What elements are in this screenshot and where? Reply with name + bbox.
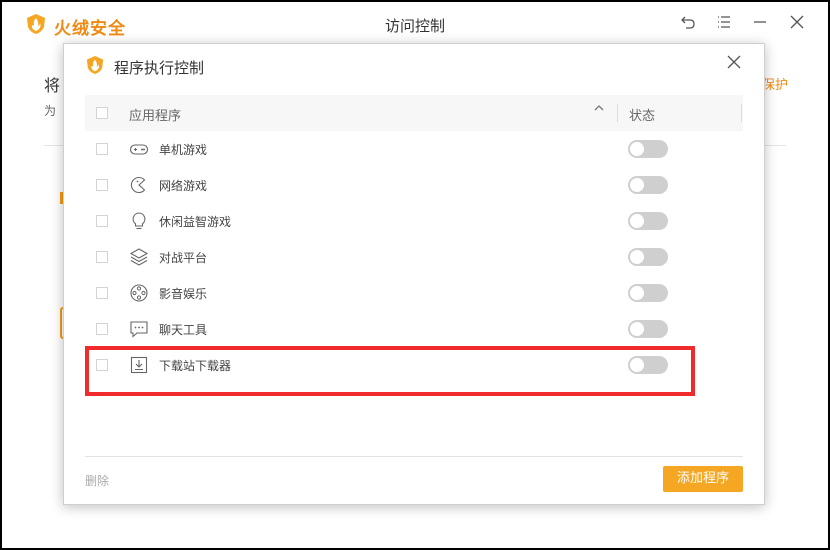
add-program-button[interactable]: 添加程序: [663, 466, 743, 492]
highlight-annotation: [85, 346, 695, 396]
delete-button[interactable]: 删除: [85, 472, 109, 489]
lightbulb-icon: [132, 212, 146, 230]
row-label: 休闲益智游戏: [159, 215, 232, 229]
row-checkbox[interactable]: [96, 323, 108, 335]
select-all-checkbox[interactable]: [96, 107, 108, 119]
background-subtitle: 为: [44, 104, 57, 118]
row-label: 聊天工具: [159, 323, 208, 337]
layers-icon: [129, 248, 149, 266]
row-label: 影音娱乐: [159, 287, 208, 301]
column-divider: [617, 104, 618, 122]
column-header-status: 状态: [629, 109, 656, 124]
close-window-icon[interactable]: [787, 14, 807, 34]
back-icon[interactable]: [678, 14, 698, 34]
status-toggle[interactable]: [628, 176, 668, 194]
status-toggle[interactable]: [628, 320, 668, 338]
gamepad-icon: [129, 144, 149, 155]
row-checkbox[interactable]: [96, 251, 108, 263]
table-row[interactable]: 休闲益智游戏: [85, 203, 743, 239]
row-checkbox[interactable]: [96, 179, 108, 191]
row-checkbox[interactable]: [96, 215, 108, 227]
film-reel-icon: [130, 284, 148, 302]
row-label: 网络游戏: [159, 179, 208, 193]
table-row[interactable]: 对战平台: [85, 239, 743, 275]
table-row[interactable]: 影音娱乐: [85, 275, 743, 311]
window-title: 访问控制: [384, 17, 445, 35]
column-divider: [741, 104, 742, 122]
status-toggle[interactable]: [628, 212, 668, 230]
title-bar: 火绒安全 访问控制: [2, 2, 828, 46]
column-header-app[interactable]: 应用程序: [129, 105, 181, 124]
table-row[interactable]: 单机游戏: [85, 131, 743, 167]
chat-icon: [130, 321, 148, 338]
row-label: 对战平台: [159, 251, 208, 265]
status-toggle[interactable]: [628, 140, 668, 158]
huorong-logo-icon: [86, 56, 104, 74]
status-toggle[interactable]: [628, 248, 668, 266]
program-execution-control-dialog: 程序执行控制 应用程序 状态 单机游戏 网络游戏 休闲益智游戏 对战平台 影音娱…: [63, 43, 765, 505]
dialog-title: 程序执行控制: [114, 59, 205, 77]
row-checkbox[interactable]: [96, 287, 108, 299]
table-header: 应用程序 状态: [85, 95, 743, 131]
menu-icon[interactable]: [714, 14, 734, 34]
row-checkbox[interactable]: [96, 143, 108, 155]
pacman-icon: [130, 176, 146, 194]
minimize-icon[interactable]: [750, 14, 770, 34]
sort-up-icon[interactable]: [593, 102, 605, 118]
table-row[interactable]: 聊天工具: [85, 311, 743, 347]
footer-divider: [85, 456, 743, 457]
status-toggle[interactable]: [628, 284, 668, 302]
table-row[interactable]: 网络游戏: [85, 167, 743, 203]
background-title: 将: [44, 76, 61, 95]
background-link[interactable]: 保护: [762, 74, 788, 93]
row-label: 单机游戏: [159, 143, 208, 157]
close-icon[interactable]: [724, 54, 744, 74]
